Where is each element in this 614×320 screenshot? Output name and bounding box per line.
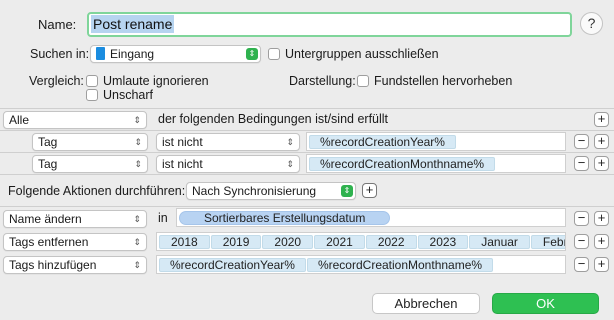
remove-condition-button[interactable]: − <box>574 156 589 171</box>
condition-field-select[interactable]: Tag ⇕ <box>32 133 148 151</box>
chevron-updown-icon: ⇕ <box>133 214 141 224</box>
search-in-select[interactable]: Eingang ⇕ <box>90 45 261 63</box>
tag-token[interactable]: 2018 <box>159 235 210 249</box>
action-select-value: Tags entfernen <box>9 235 89 249</box>
action-select-value: Name ändern <box>9 212 82 226</box>
condition-operator-value: ist nicht <box>162 135 203 149</box>
tag-token[interactable]: 2022 <box>365 235 417 249</box>
add-condition-button[interactable]: + <box>594 112 609 127</box>
tag-token[interactable]: 2021 <box>314 235 365 249</box>
action-select-value: Tags hinzufügen <box>9 258 97 272</box>
add-action-button[interactable]: + <box>594 257 609 272</box>
tag-token[interactable]: 2023 <box>417 235 469 249</box>
condition-field-value: Tag <box>38 157 58 171</box>
condition-value-field[interactable]: %recordCreationYear% <box>306 132 566 151</box>
inbox-folder-icon <box>96 47 105 60</box>
tag-token[interactable]: %recordCreationYear% <box>159 258 306 272</box>
condition-operator-value: ist nicht <box>162 157 203 171</box>
condition-operator-select[interactable]: ist nicht ⇕ <box>156 155 300 173</box>
name-label: Name: <box>38 17 77 32</box>
umlaute-checkbox[interactable] <box>86 75 98 87</box>
condition-operator-select[interactable]: ist nicht ⇕ <box>156 133 300 151</box>
search-in-value: Eingang <box>110 47 155 61</box>
chevron-updown-icon: ⇕ <box>133 115 141 125</box>
action-value-field[interactable]: Sortierbares Erstellungsdatum <box>176 208 566 227</box>
exclude-subgroups-checkbox[interactable] <box>268 48 280 60</box>
action-select[interactable]: Name ändern ⇕ <box>3 210 147 228</box>
remove-action-button[interactable]: − <box>574 211 589 226</box>
display-label: Darstellung: <box>289 74 356 88</box>
highlight-label: Fundstellen hervorheben <box>374 74 513 88</box>
separator <box>0 174 614 175</box>
add-condition-button[interactable]: + <box>594 134 609 149</box>
action-connector: in <box>158 211 168 225</box>
separator <box>0 206 614 207</box>
chevron-updown-icon: ⇕ <box>133 237 141 247</box>
actions-label: Folgende Aktionen durchführen: <box>8 184 186 198</box>
chevron-updown-icon: ⇕ <box>134 159 142 169</box>
name-input-value: Post rename <box>91 15 175 33</box>
action-select[interactable]: Tags entfernen ⇕ <box>3 233 147 251</box>
chevron-updown-icon: ⇕ <box>246 48 258 60</box>
separator <box>0 108 614 109</box>
remove-action-button[interactable]: − <box>574 234 589 249</box>
condition-field-select[interactable]: Tag ⇕ <box>32 155 148 173</box>
chevron-updown-icon: ⇕ <box>286 137 294 147</box>
add-action-button[interactable]: + <box>362 183 377 198</box>
action-trigger-select[interactable]: Nach Synchronisierung ⇕ <box>186 182 356 200</box>
condition-token[interactable]: %recordCreationYear% <box>309 135 456 149</box>
condition-value-field[interactable]: %recordCreationMonthname% <box>306 154 566 173</box>
exclude-subgroups-label: Untergruppen ausschließen <box>285 47 439 61</box>
tag-token[interactable]: Januar <box>469 235 530 249</box>
match-text: der folgenden Bedingungen ist/sind erfül… <box>158 112 389 126</box>
condition-field-value: Tag <box>38 135 58 149</box>
help-button[interactable]: ? <box>580 12 603 35</box>
remove-action-button[interactable]: − <box>574 257 589 272</box>
placeholder-token[interactable]: Sortierbares Erstellungsdatum <box>179 211 391 225</box>
chevron-updown-icon: ⇕ <box>341 185 353 197</box>
add-action-button[interactable]: + <box>594 211 609 226</box>
compare-label: Vergleich: <box>29 74 84 88</box>
cancel-button[interactable]: Abbrechen <box>372 293 480 314</box>
separator <box>0 130 614 131</box>
action-tags-field[interactable]: %recordCreationYear% %recordCreationMonth… <box>156 255 566 274</box>
action-select[interactable]: Tags hinzufügen ⇕ <box>3 256 147 274</box>
search-in-label: Suchen in: <box>30 47 90 61</box>
action-trigger-value: Nach Synchronisierung <box>192 184 317 198</box>
add-condition-button[interactable]: + <box>594 156 609 171</box>
tag-token[interactable]: Februar <box>530 235 565 249</box>
ok-button[interactable]: OK <box>492 293 599 314</box>
umlaute-label: Umlaute ignorieren <box>103 74 209 88</box>
match-select[interactable]: Alle ⇕ <box>3 111 147 129</box>
match-select-value: Alle <box>9 113 30 127</box>
chevron-updown-icon: ⇕ <box>134 137 142 147</box>
action-tags-field[interactable]: 201820192020202120222023JanuarFebruarM <box>156 232 566 251</box>
fuzzy-checkbox[interactable] <box>86 89 98 101</box>
chevron-updown-icon: ⇕ <box>133 260 141 270</box>
tag-token[interactable]: 2020 <box>262 235 314 249</box>
separator <box>0 152 614 153</box>
remove-condition-button[interactable]: − <box>574 134 589 149</box>
name-input[interactable]: Post rename <box>87 12 572 37</box>
condition-token[interactable]: %recordCreationMonthname% <box>309 157 496 171</box>
tag-token[interactable]: %recordCreationMonthname% <box>306 258 494 272</box>
fuzzy-label: Unscharf <box>103 88 154 102</box>
chevron-updown-icon: ⇕ <box>286 159 294 169</box>
tag-token[interactable]: 2019 <box>210 235 262 249</box>
add-action-button[interactable]: + <box>594 234 609 249</box>
highlight-checkbox[interactable] <box>357 75 369 87</box>
